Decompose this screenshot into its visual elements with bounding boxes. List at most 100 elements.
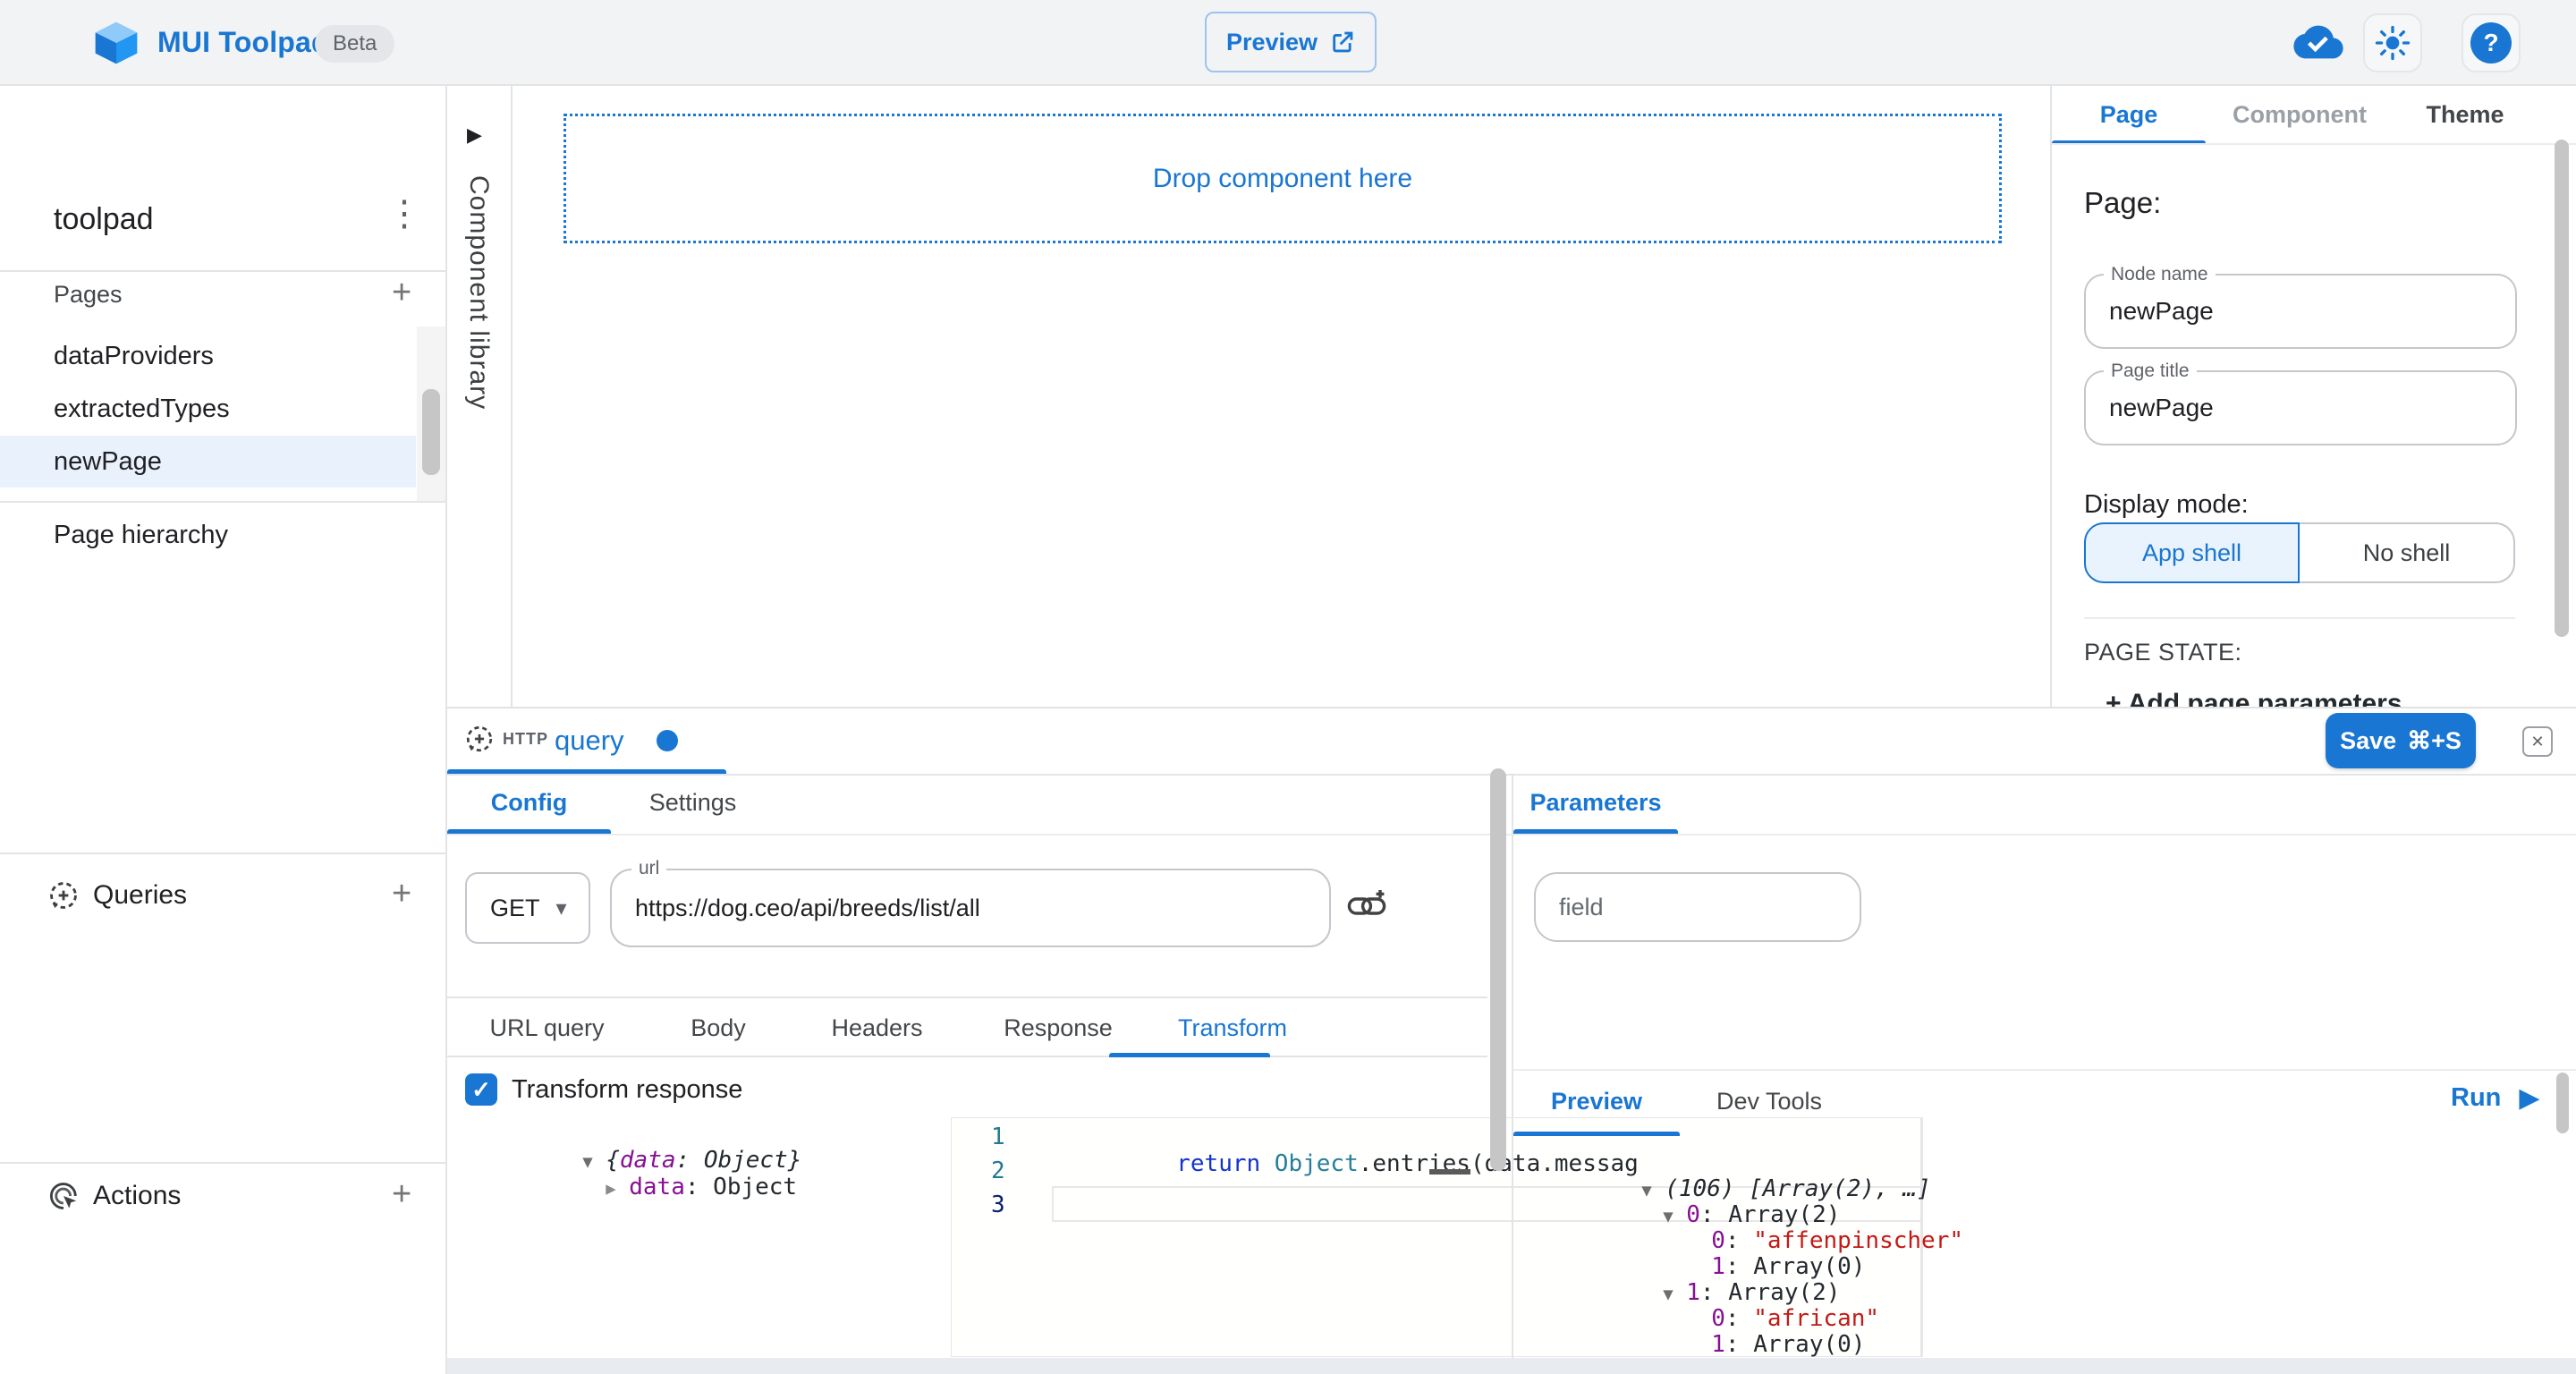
component-library-label: Component library	[463, 175, 494, 410]
tab-page[interactable]: Page	[2052, 86, 2206, 143]
node-name-label: Node name	[2104, 265, 2216, 284]
tab-config[interactable]: Config	[447, 774, 611, 832]
tab-url-query-label: URL query	[489, 1014, 604, 1042]
add-query-button[interactable]: +	[392, 877, 411, 911]
display-mode-app-shell-label: App shell	[2142, 539, 2241, 567]
json-tree-row[interactable]: 0: "affenpinscher"	[1530, 1200, 2549, 1227]
url-field-label: url	[631, 859, 666, 878]
tab-theme[interactable]: Theme	[2394, 86, 2537, 143]
json-tree-row[interactable]: ▼(106) [Array(2), …]	[1530, 1149, 2549, 1175]
config-panel-scrollbar-thumb[interactable]	[1490, 768, 1506, 1171]
json-tree-row[interactable]: 0: "african"	[1530, 1278, 2549, 1305]
schema-tree-root[interactable]: ▼{data: Object}	[470, 1120, 936, 1147]
light-mode-icon	[2375, 25, 2411, 61]
add-link-icon[interactable]	[1347, 887, 1388, 928]
page-list-item[interactable]: extractedTypes	[0, 383, 416, 435]
page-list-item-selected[interactable]: newPage	[0, 436, 416, 488]
help-button[interactable]: ?	[2462, 13, 2521, 72]
beta-badge: Beta	[315, 25, 394, 63]
query-editor-panel: HTTP query Save ⌘+S ✕ Config Settings GE…	[447, 707, 2576, 1374]
drop-component-zone[interactable]: Drop component here	[564, 114, 2002, 243]
display-mode-toggle-group: App shell No shell	[2084, 522, 2515, 583]
inspector-heading: Page:	[2084, 186, 2161, 220]
tab-page-label: Page	[2100, 101, 2158, 129]
page-title-input[interactable]	[2086, 372, 2515, 444]
page-item-label: newPage	[54, 447, 162, 477]
run-button-label: Run	[2451, 1083, 2501, 1113]
page-list-scrollbar-thumb[interactable]	[422, 389, 440, 475]
page-list-item[interactable]: dataProviders	[0, 330, 416, 382]
tab-headers[interactable]: Headers	[790, 998, 964, 1057]
method-select[interactable]: GET ▾	[465, 872, 590, 944]
theme-toggle-button[interactable]	[2363, 13, 2422, 72]
page-title-field[interactable]	[2084, 370, 2517, 445]
tab-result-preview-label: Preview	[1551, 1088, 1642, 1115]
close-panel-button[interactable]: ✕	[2522, 726, 2553, 757]
tab-result-preview[interactable]: Preview	[1513, 1071, 1680, 1132]
transform-response-label: Transform response	[512, 1075, 742, 1105]
page-item-label: dataProviders	[54, 342, 214, 371]
method-select-value: GET	[490, 895, 540, 922]
json-tree-row[interactable]: 1: Array(0)	[1530, 1226, 2549, 1253]
node-name-field[interactable]	[2084, 274, 2517, 349]
tab-parameters-label: Parameters	[1530, 789, 1661, 817]
request-sub-tabs: URL query Body Headers Response Transfor…	[447, 997, 1487, 1057]
url-input[interactable]	[612, 870, 1329, 946]
page-list-scrollbar-track[interactable]	[417, 327, 445, 502]
node-name-input[interactable]	[2086, 276, 2515, 347]
tab-response-label: Response	[1004, 1014, 1113, 1042]
tab-headers-label: Headers	[831, 1014, 922, 1042]
tab-transform[interactable]: Transform	[1152, 998, 1313, 1057]
tab-response[interactable]: Response	[964, 998, 1152, 1057]
tab-url-query[interactable]: URL query	[447, 998, 647, 1057]
add-action-button[interactable]: +	[392, 1177, 411, 1211]
editor-line-number: 1	[991, 1124, 1005, 1150]
json-tree-row[interactable]: ▼1: Array(2)	[1530, 1252, 2549, 1279]
app-header: MUI Toolpad Beta Preview	[0, 0, 2576, 86]
bottom-scrollbar-track[interactable]	[447, 1358, 2576, 1374]
save-button[interactable]: Save ⌘+S	[2326, 713, 2476, 768]
tab-settings[interactable]: Settings	[611, 774, 775, 832]
url-field[interactable]	[610, 869, 1331, 947]
result-json-tree: ▼(106) [Array(2), …] ▼0: Array(2) 0: "af…	[1530, 1149, 2549, 1360]
inspector-panel: Page Component Theme Page: Node name Pag…	[2050, 86, 2576, 707]
inspector-scrollbar-thumb[interactable]	[2555, 140, 2569, 637]
display-mode-no-shell[interactable]: No shell	[2300, 522, 2515, 583]
app-menu-kebab-icon[interactable]: ⋮	[386, 193, 422, 234]
tab-component-label: Component	[2233, 101, 2367, 129]
expand-icon[interactable]: ▶	[606, 1179, 629, 1199]
toolpad-logo-icon	[91, 18, 141, 72]
tab-dev-tools[interactable]: Dev Tools	[1680, 1071, 1859, 1132]
display-mode-no-shell-label: No shell	[2363, 539, 2451, 567]
tab-component[interactable]: Component	[2206, 86, 2394, 143]
overview-ruler-marker	[1429, 1169, 1470, 1175]
tab-theme-label: Theme	[2426, 101, 2504, 129]
page-state-label: PAGE STATE:	[2084, 639, 2242, 666]
component-library-strip[interactable]: ▶ Component library	[447, 86, 513, 707]
preview-panel-scrollbar-thumb[interactable]	[2556, 1073, 2569, 1133]
tab-body-label: Body	[691, 1014, 746, 1042]
parameter-field[interactable]	[1534, 872, 1861, 942]
expand-panel-icon[interactable]: ▶	[467, 123, 482, 147]
transform-response-checkbox[interactable]: ✓	[465, 1073, 497, 1106]
tab-body[interactable]: Body	[647, 998, 790, 1057]
run-query-button[interactable]: Run ▶	[2451, 1082, 2539, 1114]
add-page-button[interactable]: +	[392, 276, 411, 310]
query-tab-label[interactable]: query	[555, 725, 624, 757]
parameter-input[interactable]	[1536, 874, 1860, 940]
preview-button[interactable]: Preview	[1205, 12, 1377, 72]
display-mode-app-shell[interactable]: App shell	[2084, 522, 2300, 583]
tab-parameters[interactable]: Parameters	[1513, 774, 1678, 832]
collapse-icon[interactable]: ▼	[582, 1152, 606, 1172]
add-page-parameters-button[interactable]: + Add page parameters	[2106, 689, 2402, 707]
check-icon: ✓	[471, 1076, 491, 1104]
json-tree-row[interactable]: 1: Array(0)	[1530, 1304, 2549, 1331]
json-tree-row[interactable]: ▼0: Array(2)	[1530, 1175, 2549, 1201]
editor-line-number: 3	[991, 1192, 1005, 1218]
chevron-down-icon: ▾	[556, 895, 567, 921]
brand-title: MUI Toolpad	[157, 26, 329, 59]
page-hierarchy-item[interactable]: Page hierarchy	[54, 521, 228, 550]
actions-icon	[47, 1179, 80, 1217]
editor-line-number: 2	[991, 1158, 1005, 1184]
schema-tree: ▼{data: Object} ▶data: Object	[470, 1120, 936, 1174]
